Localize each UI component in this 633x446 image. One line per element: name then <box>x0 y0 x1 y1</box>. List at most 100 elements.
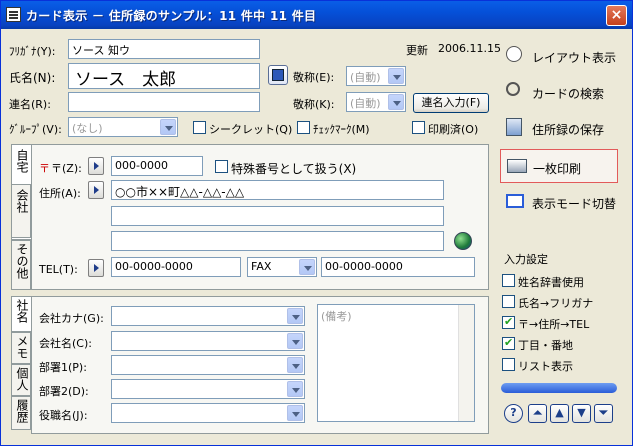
honorific-select-1[interactable]: (自動) <box>346 66 406 86</box>
print-single-button[interactable]: 一枚印刷 <box>500 149 618 183</box>
last-record-button[interactable]: ⏷ <box>594 404 613 423</box>
printer-icon <box>507 159 527 173</box>
window-title: カード表示 － 住所録のサンプル：11 件中 11 件目 <box>26 9 317 23</box>
fax-type-select[interactable]: FAX <box>247 257 317 277</box>
tel-input[interactable]: 00-0000-0000 <box>111 257 241 277</box>
joint-name-input-button[interactable]: 連名入力(F) <box>413 93 489 113</box>
input-settings-title: 入力設定 <box>504 253 548 266</box>
magnifier-page-icon <box>506 46 522 62</box>
address-arrow-button[interactable] <box>88 181 104 199</box>
tab-home-label: 自宅 <box>15 149 29 173</box>
updated-date: 2006.11.15 <box>438 42 501 55</box>
name-dictionary-button[interactable] <box>268 65 288 85</box>
tab-other[interactable]: その他 <box>11 240 31 290</box>
chevron-down-icon <box>388 94 404 110</box>
tab-company-name[interactable]: 社名 <box>11 296 31 332</box>
save-icon <box>506 118 522 136</box>
title-bar[interactable]: カード表示 － 住所録のサンプル：11 件中 11 件目 × <box>1 1 632 29</box>
honorific-select-2[interactable]: (自動) <box>346 92 406 112</box>
secret-label: シークレット(Q) <box>209 123 293 136</box>
furigana-label: ﾌﾘｶﾞﾅ(Y): <box>9 45 56 58</box>
help-button[interactable]: ? <box>504 404 523 423</box>
layout-view-button[interactable]: レイアウト表示 <box>500 41 618 71</box>
address-line3-input[interactable] <box>111 231 444 251</box>
dept2-select[interactable] <box>111 379 305 399</box>
secret-checkbox[interactable] <box>193 121 206 134</box>
joint-name-input[interactable] <box>68 92 260 112</box>
tab-memo[interactable]: メモ <box>11 332 31 364</box>
memo-placeholder: (備考) <box>321 310 352 323</box>
dept1-select[interactable] <box>111 355 305 375</box>
special-number-checkbox[interactable] <box>215 160 228 173</box>
print-single-label: 一枚印刷 <box>533 162 582 176</box>
memo-textarea[interactable]: (備考) <box>317 304 475 422</box>
option-postal-to-address-label: 〒→住所→TEL <box>518 318 590 331</box>
sidebar: レイアウト表示 カードの検索 住所録の保存 一枚印刷 表示モード切替 入力設定 … <box>496 35 626 437</box>
postal-arrow-button[interactable] <box>88 157 104 175</box>
special-number-label: 特殊番号として扱う(X) <box>231 162 357 176</box>
display-mode-toggle-button[interactable]: 表示モード切替 <box>500 187 618 217</box>
search-icon <box>506 82 520 96</box>
address-label: 住所(A): <box>39 187 81 200</box>
group-label: ｸﾞﾙｰﾌﾟ(V): <box>9 123 62 136</box>
checkmark-checkbox[interactable] <box>297 121 310 134</box>
previous-record-button[interactable]: ▲ <box>550 404 569 423</box>
printed-label: 印刷済(O) <box>428 123 479 136</box>
memo-scrollbar[interactable] <box>458 305 474 421</box>
option-chome-banchi-label: 丁目・番地 <box>518 339 573 352</box>
search-card-button[interactable]: カードの検索 <box>500 77 618 107</box>
option-postal-to-address-checkbox[interactable] <box>502 315 515 329</box>
first-record-button[interactable]: ⏶ <box>528 404 547 423</box>
tel-arrow-button[interactable] <box>88 259 104 277</box>
job-title-select[interactable] <box>111 403 305 423</box>
tel-label: TEL(T): <box>39 263 78 276</box>
tab-history[interactable]: 履歴 <box>11 396 31 430</box>
layout-view-label: レイアウト表示 <box>532 51 617 65</box>
printed-checkbox[interactable] <box>412 121 425 134</box>
chevron-down-icon <box>160 119 176 135</box>
option-name-dictionary-label: 姓名辞書使用 <box>518 276 584 289</box>
tab-company-label: 会社 <box>15 189 29 213</box>
company-kana-select[interactable] <box>111 306 305 326</box>
group-select-value: (なし) <box>72 122 103 135</box>
chevron-down-icon <box>287 405 303 421</box>
furigana-input[interactable]: ソース 知ウ <box>68 39 260 59</box>
honorific-select-1-value: (自動) <box>350 71 381 84</box>
address-line2-input[interactable] <box>111 206 444 226</box>
chevron-down-icon <box>388 68 404 84</box>
save-addressbook-button[interactable]: 住所録の保存 <box>500 113 618 143</box>
name-label: 氏名(N): <box>9 71 56 85</box>
company-kana-label: 会社カナ(G): <box>39 312 104 325</box>
address-line1-input[interactable]: ○○市××町△△-△△-△△ <box>111 180 444 200</box>
fax-input[interactable]: 00-0000-0000 <box>321 257 475 277</box>
postal-input[interactable]: 000-0000 <box>111 156 203 176</box>
option-name-to-furigana-label: 氏名→フリガナ <box>518 297 594 310</box>
option-name-to-furigana-checkbox[interactable] <box>502 295 515 308</box>
name-input[interactable]: ソース 太郎 <box>68 63 260 89</box>
chevron-down-icon <box>287 381 303 397</box>
option-list-view-checkbox[interactable] <box>502 358 515 371</box>
postal-mark: 〒 <box>39 162 50 175</box>
option-name-dictionary-checkbox[interactable] <box>502 274 515 287</box>
postal-label: 〒(Z): <box>51 162 82 175</box>
option-chome-banchi-checkbox[interactable] <box>502 336 515 350</box>
tab-history-label: 履歴 <box>15 399 29 423</box>
next-record-button[interactable]: ▼ <box>572 404 591 423</box>
close-button[interactable]: × <box>606 5 627 26</box>
company-name-select[interactable] <box>111 331 305 351</box>
honorific-label-2: 敬称(K): <box>293 98 335 111</box>
tab-personal[interactable]: 個人 <box>11 364 31 396</box>
chevron-down-icon <box>287 308 303 324</box>
option-list-view-label: リスト表示 <box>518 360 573 373</box>
tab-company-name-label: 社名 <box>15 299 29 323</box>
joint-name-label: 連名(R): <box>9 98 51 111</box>
group-select[interactable]: (なし) <box>68 117 178 137</box>
chevron-down-icon <box>287 357 303 373</box>
book-icon <box>272 69 284 81</box>
tab-company[interactable]: 会社 <box>11 184 31 238</box>
chevron-down-icon <box>287 333 303 349</box>
map-globe-icon[interactable] <box>454 232 472 250</box>
fax-type-select-value: FAX <box>251 260 272 273</box>
card-app-icon <box>6 7 21 22</box>
honorific-label-1: 敬称(E): <box>293 71 335 84</box>
